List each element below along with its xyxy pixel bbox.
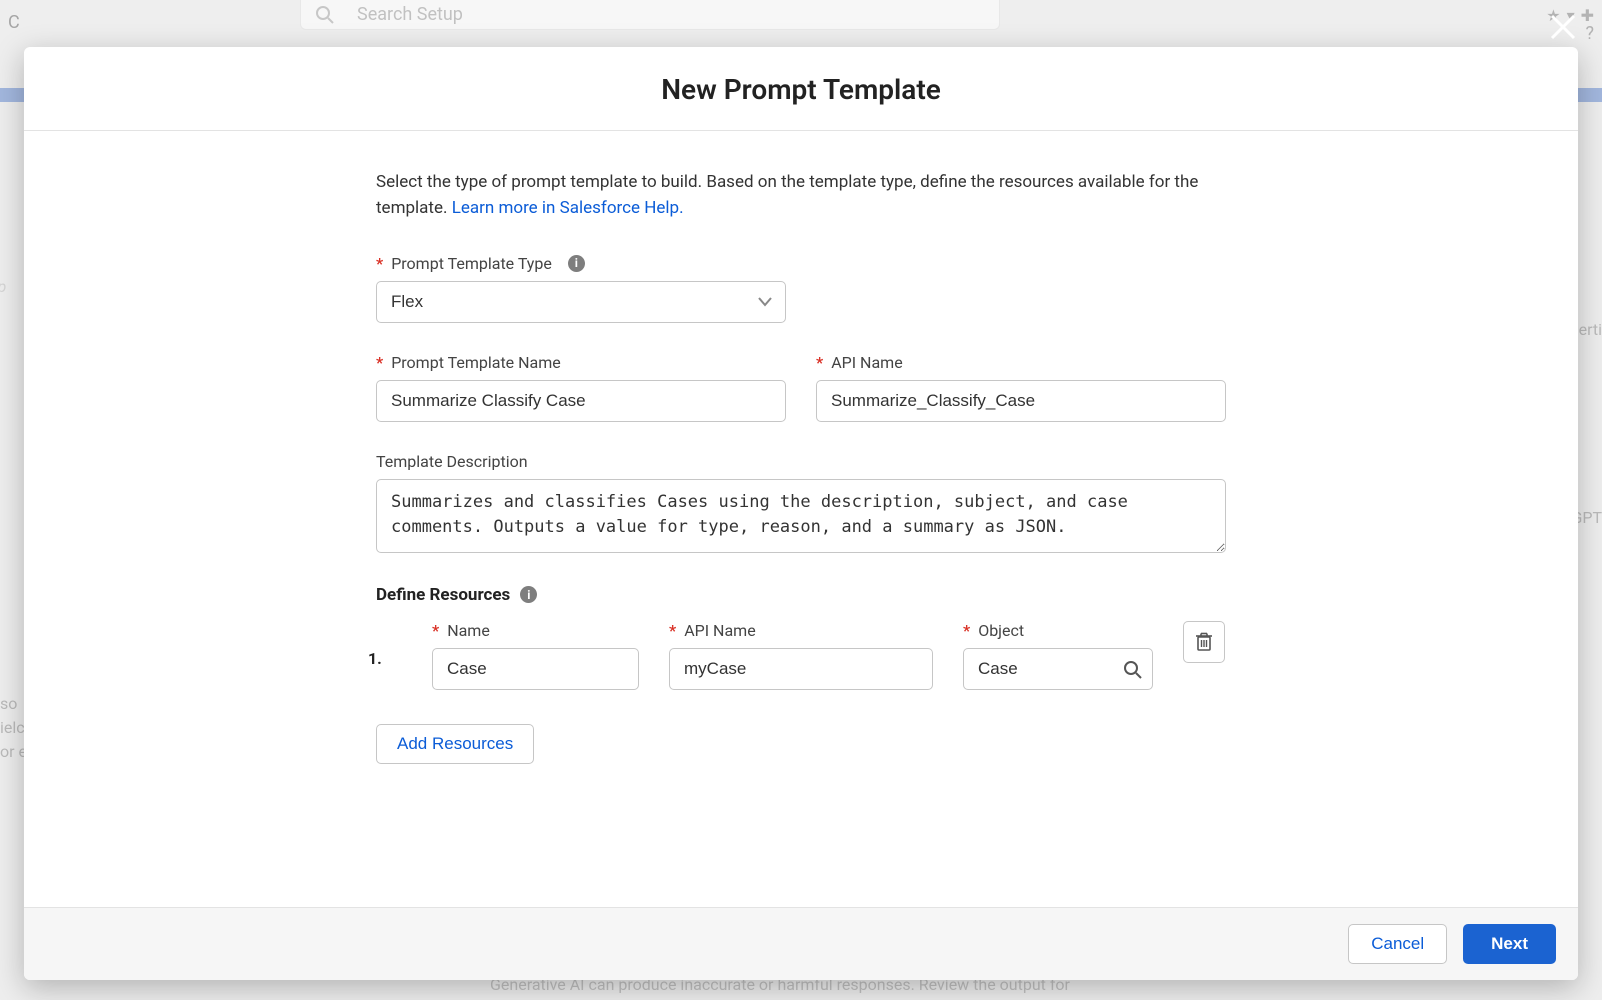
template-name-label-row: * Prompt Template Name — [376, 353, 786, 372]
add-resources-button[interactable]: Add Resources — [376, 724, 534, 764]
modal-body: Select the type of prompt template to bu… — [24, 131, 1578, 907]
api-name-label: API Name — [831, 353, 902, 372]
resource-object-input[interactable] — [963, 648, 1153, 690]
api-name-input[interactable] — [816, 380, 1226, 422]
cancel-button[interactable]: Cancel — [1348, 924, 1447, 964]
template-type-label-row: * Prompt Template Type i — [376, 254, 1226, 273]
info-icon[interactable]: i — [568, 255, 585, 272]
template-type-select[interactable] — [376, 281, 786, 323]
modal-title: New Prompt Template — [24, 47, 1578, 130]
resource-object-label: Object — [978, 621, 1024, 640]
define-resources-heading-row: Define Resources i — [376, 585, 1226, 605]
required-marker: * — [376, 254, 383, 273]
resource-api-label: API Name — [684, 621, 755, 640]
resource-row: 1. * Name * API Name — [376, 621, 1226, 690]
resource-name-label-row: * Name — [432, 621, 639, 640]
modal-footer: Cancel Next — [24, 907, 1578, 980]
required-marker: * — [376, 353, 383, 372]
description-label-row: Template Description — [376, 452, 1226, 471]
template-name-label: Prompt Template Name — [391, 353, 561, 372]
template-name-input[interactable] — [376, 380, 786, 422]
close-icon[interactable] — [1548, 12, 1578, 42]
define-resources-heading: Define Resources — [376, 585, 510, 605]
modal-overlay: New Prompt Template Select the type of p… — [0, 0, 1602, 1000]
resource-name-label: Name — [447, 621, 490, 640]
intro-text: Select the type of prompt template to bu… — [376, 169, 1226, 222]
delete-resource-button[interactable] — [1183, 621, 1225, 663]
next-button[interactable]: Next — [1463, 924, 1556, 964]
resource-name-input[interactable] — [432, 648, 639, 690]
learn-more-link[interactable]: Learn more in Salesforce Help. — [452, 198, 684, 218]
resource-api-input[interactable] — [669, 648, 933, 690]
resource-api-label-row: * API Name — [669, 621, 933, 640]
new-prompt-template-modal: New Prompt Template Select the type of p… — [24, 47, 1578, 980]
description-label: Template Description — [376, 452, 528, 471]
resource-object-label-row: * Object — [963, 621, 1153, 640]
resource-number: 1. — [368, 649, 382, 668]
template-type-label: Prompt Template Type — [391, 254, 552, 273]
api-name-label-row: * API Name — [816, 353, 1226, 372]
trash-icon — [1195, 632, 1213, 652]
required-marker: * — [963, 621, 970, 640]
required-marker: * — [432, 621, 439, 640]
template-type-select-wrap[interactable] — [376, 281, 786, 323]
required-marker: * — [816, 353, 823, 372]
info-icon[interactable]: i — [520, 586, 537, 603]
description-textarea[interactable] — [376, 479, 1226, 553]
required-marker: * — [669, 621, 676, 640]
